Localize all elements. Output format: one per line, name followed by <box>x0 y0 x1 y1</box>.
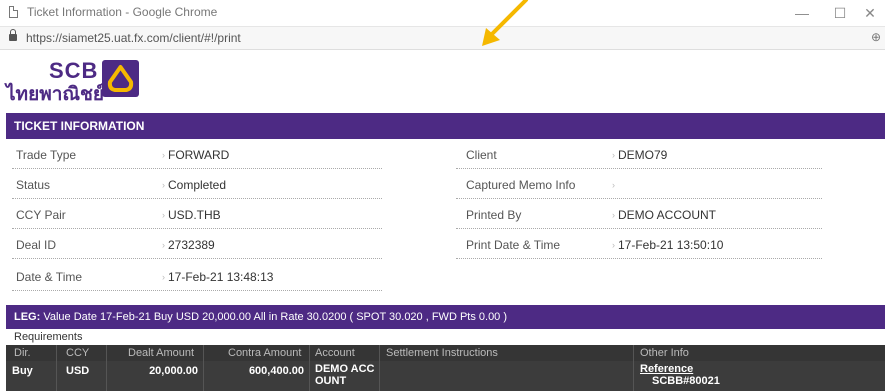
row-date-time: Date & Time › 17-Feb-21 13:48:13 <box>6 261 446 291</box>
date-time-value: › 17-Feb-21 13:48:13 <box>162 270 274 284</box>
chevron-right-icon: › <box>162 210 165 220</box>
row-ccy-pair: CCY Pair › USD.THB <box>6 199 446 229</box>
row-ccy: USD <box>66 365 90 377</box>
date-time-label: Date & Time <box>16 270 83 284</box>
ticket-info-header: TICKET INFORMATION <box>6 113 885 139</box>
col-dir: Dir. <box>14 347 31 359</box>
memo-label: Captured Memo Info <box>466 178 576 192</box>
ccy-pair-value: › USD.THB <box>162 208 221 222</box>
memo-value: › <box>612 178 618 192</box>
chevron-right-icon: › <box>612 180 615 190</box>
ccy-pair-label: CCY Pair <box>16 208 66 222</box>
col-ccy: CCY <box>66 347 90 359</box>
chevron-right-icon: › <box>162 272 165 282</box>
url-text[interactable]: https://siamet25.uat.fx.com/client/#!/pr… <box>26 31 241 45</box>
printed-by-label: Printed By <box>466 208 522 222</box>
leg-details: Value Date 17-Feb-21 Buy USD 20,000.00 A… <box>43 311 508 323</box>
status-value: › Completed <box>162 178 227 192</box>
trade-type-value: › FORWARD <box>162 148 230 162</box>
chevron-right-icon: › <box>162 180 165 190</box>
chevron-right-icon: › <box>612 210 615 220</box>
col-settlement-instructions: Settlement Instructions <box>386 347 498 359</box>
reference-value: SCBB#80021 <box>652 375 720 387</box>
deal-id-value: › 2732389 <box>162 238 215 252</box>
minimize-button[interactable]: — <box>788 2 816 24</box>
print-date-time-label: Print Date & Time <box>466 238 561 252</box>
col-account: Account <box>315 347 355 359</box>
browser-titlebar: Ticket Information - Google Chrome — ☐ ✕ <box>0 0 885 27</box>
row-other-info: Reference SCBB#80021 <box>640 363 720 387</box>
col-contra-amount: Contra Amount <box>228 347 302 359</box>
logo-emblem-icon <box>102 60 139 97</box>
address-bar[interactable]: https://siamet25.uat.fx.com/client/#!/pr… <box>0 27 885 50</box>
row-dealt-amount: 20,000.00 <box>149 365 198 377</box>
client-label: Client <box>466 148 497 162</box>
chevron-right-icon: › <box>162 150 165 160</box>
annotation-arrow-icon <box>482 0 528 46</box>
chevron-right-icon: › <box>162 240 165 250</box>
requirements-label: Requirements <box>14 331 83 343</box>
maximize-button[interactable]: ☐ <box>826 2 854 24</box>
print-date-time-value: › 17-Feb-21 13:50:10 <box>612 238 724 252</box>
reference-link[interactable]: Reference <box>640 363 693 375</box>
logo-thai-name: ไทยพาณิชย์ <box>6 84 105 105</box>
row-trade-type: Trade Type › FORWARD <box>6 139 446 169</box>
scb-logo: SCB ไทยพาณิชย์ <box>6 58 156 105</box>
leg-prefix: LEG: <box>14 311 41 323</box>
deal-id-label: Deal ID <box>16 238 57 252</box>
row-deal-id: Deal ID › 2732389 <box>6 229 446 259</box>
row-dir: Buy <box>12 365 33 377</box>
row-contra-amount: 600,400.00 <box>248 365 304 377</box>
status-label: Status <box>16 178 51 192</box>
client-value: › DEMO79 <box>612 148 668 162</box>
row-memo: Captured Memo Info › <box>456 169 856 199</box>
row-client: Client › DEMO79 <box>456 139 856 169</box>
zoom-icon[interactable]: ⊕ <box>871 30 881 44</box>
chevron-right-icon: › <box>612 150 615 160</box>
row-status: Status › Completed <box>6 169 446 199</box>
leg-summary-bar: LEG: Value Date 17-Feb-21 Buy USD 20,000… <box>6 305 885 329</box>
close-button[interactable]: ✕ <box>856 2 884 24</box>
row-printed-by: Printed By › DEMO ACCOUNT <box>456 199 856 229</box>
table-row: Buy USD 20,000.00 600,400.00 DEMO ACC OU… <box>6 361 885 391</box>
row-account: DEMO ACC OUNT <box>315 363 375 387</box>
printed-by-value: › DEMO ACCOUNT <box>612 208 717 222</box>
col-dealt-amount: Dealt Amount <box>128 347 195 359</box>
requirements-table-header: Dir. CCY Dealt Amount Contra Amount Acco… <box>6 345 885 361</box>
lock-icon <box>9 29 17 41</box>
page-icon <box>9 6 18 18</box>
trade-type-label: Trade Type <box>16 148 77 162</box>
col-other-info: Other Info <box>640 347 689 359</box>
row-print-date-time: Print Date & Time › 17-Feb-21 13:50:10 <box>456 229 856 259</box>
window-title: Ticket Information - Google Chrome <box>27 5 218 19</box>
chevron-right-icon: › <box>612 240 615 250</box>
